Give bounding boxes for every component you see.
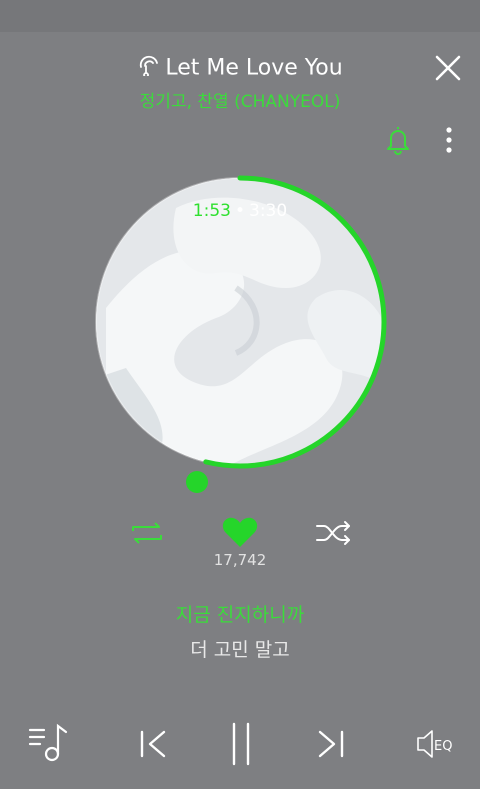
time-display: 1:53 • 3:30 [0, 200, 480, 222]
time-separator: • [234, 201, 246, 221]
equalizer-button[interactable]: EQ [414, 720, 460, 768]
shuffle-icon [316, 521, 350, 545]
playlist-icon [28, 723, 68, 762]
playlist-button[interactable] [28, 720, 70, 768]
equalizer-icon: EQ [417, 730, 452, 758]
like-count: 17,742 [213, 551, 267, 569]
headphone-icon [137, 52, 161, 85]
like-button[interactable] [220, 514, 260, 550]
song-title-text: Let Me Love You [165, 55, 343, 81]
artist-name: 정기고, 찬열 (CHANYEOL) [139, 92, 341, 112]
close-button[interactable] [432, 52, 464, 84]
repeat-icon [132, 522, 162, 544]
seek-handle[interactable] [186, 471, 208, 493]
more-icon [446, 127, 452, 153]
current-time: 1:53 [192, 201, 231, 221]
more-options-button[interactable] [440, 124, 458, 156]
total-time: 3:30 [249, 201, 288, 221]
status-bar [0, 0, 480, 32]
current-lyric[interactable]: 지금 진지하니까 [0, 602, 480, 628]
shuffle-button[interactable] [314, 518, 354, 548]
next-icon [318, 730, 344, 758]
alarm-button[interactable] [383, 124, 413, 156]
previous-button[interactable] [138, 720, 168, 768]
pause-icon [232, 722, 250, 766]
song-title: Let Me Love You [0, 52, 480, 85]
svg-text:EQ: EQ [434, 739, 452, 754]
next-lyric[interactable]: 더 고민 말고 [0, 637, 480, 663]
next-button[interactable] [316, 720, 346, 768]
bell-icon [387, 127, 409, 155]
repeat-button[interactable] [127, 518, 167, 548]
heart-icon [222, 517, 258, 547]
pause-button[interactable] [228, 720, 254, 768]
previous-icon [140, 730, 166, 758]
close-icon [435, 55, 461, 81]
